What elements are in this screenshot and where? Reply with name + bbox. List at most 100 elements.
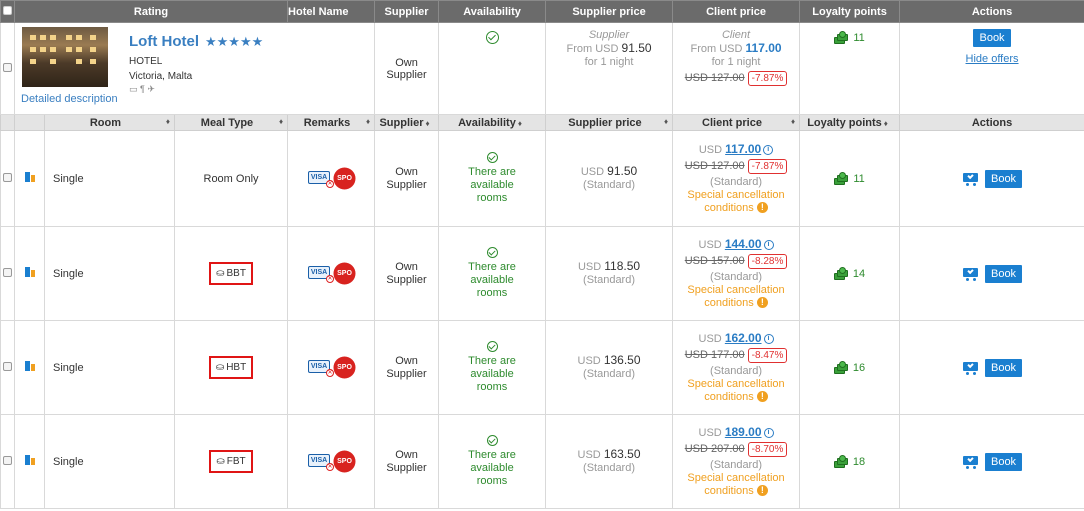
meal-type: ⛀ BBT <box>209 262 253 285</box>
hotel-type: HOTEL <box>129 56 163 67</box>
sort-icon[interactable]: ♦ <box>279 117 283 126</box>
room-loyalty: 16 <box>799 320 901 415</box>
room-supplier: Own Supplier <box>374 130 440 227</box>
no-visa-card-icon[interactable]: VISA ✕ <box>308 171 335 188</box>
book-button[interactable]: Book <box>973 29 1011 47</box>
remarks-cell: VISA ✕ SPO <box>287 320 376 415</box>
actions-header: Actions <box>899 0 1084 23</box>
supplier-price-header[interactable]: Supplier price <box>545 0 674 23</box>
sort-icon[interactable]: ♦ <box>366 117 370 126</box>
sort-icon[interactable]: ♦ <box>425 119 429 128</box>
money-icon <box>833 266 850 281</box>
discount-badge: -8.47% <box>747 347 788 363</box>
money-icon <box>833 454 850 469</box>
add-to-cart-icon[interactable] <box>962 454 980 470</box>
spo-icon[interactable]: SPO <box>335 169 355 188</box>
add-to-cart-icon[interactable] <box>962 266 980 282</box>
spo-icon[interactable]: SPO <box>335 452 355 471</box>
room-checkbox[interactable] <box>3 361 12 371</box>
book-button[interactable]: Book <box>984 264 1023 283</box>
add-to-cart-icon[interactable] <box>962 360 980 376</box>
hotel-loyalty: 11 <box>799 22 901 115</box>
spo-icon[interactable]: SPO <box>335 358 355 377</box>
availability-header[interactable]: Availability <box>438 0 547 23</box>
info-icon[interactable]: i <box>763 333 774 344</box>
client-price-link[interactable]: 144.00 <box>725 237 762 251</box>
room-client-price: USD 162.00 i USD 177.00 -8.47% (Standard) … <box>672 320 801 415</box>
room-client-price: USD 189.00 i USD 207.00 -8.70% (Standard) … <box>672 414 801 509</box>
sort-icon[interactable]: ♦ <box>791 117 795 126</box>
hide-offers-link[interactable]: Hide offers <box>966 53 1019 65</box>
hotel-name[interactable]: Loft Hotel ★★★★★ <box>129 33 263 50</box>
warning-icon: ! <box>756 485 768 497</box>
loyalty-col-header[interactable]: Loyalty points ♦ <box>799 114 901 131</box>
select-all-checkbox[interactable] <box>3 5 12 15</box>
cancellation-link[interactable]: Special cancellation <box>673 189 799 202</box>
available-check-icon <box>485 31 499 44</box>
add-to-cart-icon[interactable] <box>962 171 980 187</box>
hotel-availability <box>438 22 547 115</box>
loyalty-points-header[interactable]: Loyalty points <box>799 0 901 23</box>
sort-icon[interactable]: ♦ <box>664 117 668 126</box>
room-supplier: Own Supplier <box>374 320 440 415</box>
client-price-value: 117.00 <box>745 41 782 55</box>
book-button[interactable]: Book <box>984 169 1023 188</box>
supplier-price-col-header[interactable]: Supplier price ♦ <box>545 114 674 131</box>
available-check-icon <box>486 435 498 446</box>
dish-icon: ⛀ <box>216 268 225 279</box>
loyalty-value: 11 <box>853 31 865 44</box>
remarks-col-header[interactable]: Remarks ♦ <box>287 114 376 131</box>
client-price-header[interactable]: Client price <box>672 0 801 23</box>
hotel-supplier-price: Supplier From USD 91.50 for 1 night <box>545 22 674 115</box>
building-icon <box>24 267 35 277</box>
availability-col-header[interactable]: Availability ♦ <box>438 114 547 131</box>
room-supplier-price: USD 91.50 (Standard) <box>545 130 674 227</box>
client-price-col-header[interactable]: Client price ♦ <box>672 114 801 131</box>
hotel-photo[interactable] <box>22 27 108 87</box>
available-check-icon <box>486 152 498 163</box>
client-price-from: From USD <box>690 43 743 55</box>
client-price-link[interactable]: 162.00 <box>725 331 762 345</box>
room-supplier-price: USD 118.50 (Standard) <box>545 226 674 321</box>
meal-col-header[interactable]: Meal Type ♦ <box>173 114 289 131</box>
sort-icon[interactable]: ♦ <box>166 117 170 126</box>
room-supplier-price: USD 136.50 (Standard) <box>545 320 674 415</box>
rating-header[interactable]: Rating <box>13 0 289 23</box>
supplier-price-from: From USD <box>566 43 619 55</box>
supplier-col-header[interactable]: Supplier ♦ <box>374 114 440 131</box>
no-visa-card-icon[interactable]: VISA ✕ <box>308 360 335 377</box>
hotel-checkbox[interactable] <box>3 62 12 72</box>
info-icon[interactable]: i <box>763 239 774 250</box>
client-price-link[interactable]: 189.00 <box>725 425 762 439</box>
room-checkbox[interactable] <box>3 172 12 182</box>
detailed-description-link[interactable]: Detailed description <box>21 93 118 105</box>
book-button[interactable]: Book <box>984 358 1023 377</box>
hotel-info-cell: Loft Hotel ★★★★★ HOTEL Victoria, Malta ▭ … <box>13 22 376 115</box>
client-price-link[interactable]: 117.00 <box>725 142 761 156</box>
room-client-price: USD 144.00 i USD 157.00 -8.28% (Standard) … <box>672 226 801 321</box>
info-icon[interactable]: i <box>763 144 774 155</box>
hotel-name-header[interactable]: Hotel Name <box>287 0 376 23</box>
supplier-header[interactable]: Supplier <box>374 0 440 23</box>
room-name: Single <box>44 320 175 415</box>
book-button[interactable]: Book <box>984 452 1023 471</box>
building-icon <box>24 361 35 371</box>
sort-icon[interactable]: ♦ <box>884 119 888 128</box>
room-col-header[interactable]: Room ♦ <box>44 114 175 131</box>
sort-icon[interactable]: ♦ <box>518 119 522 128</box>
no-visa-card-icon[interactable]: VISA ✕ <box>308 266 335 283</box>
no-visa-card-icon[interactable]: VISA ✕ <box>308 454 335 471</box>
spo-icon[interactable]: SPO <box>335 264 355 283</box>
table-row: Single Room Only VISA ✕ SPO Own Supplier Th… <box>0 130 1084 227</box>
info-icon[interactable]: i <box>763 427 774 438</box>
meal-type-cell: ⛀ BBT <box>173 226 289 321</box>
supplier-price-value: 91.50 <box>621 41 652 55</box>
select-all-header[interactable] <box>0 0 15 23</box>
room-checkbox[interactable] <box>3 455 12 465</box>
meal-type: Room Only <box>173 130 289 227</box>
room-loyalty: 14 <box>799 226 901 321</box>
cancellation-link[interactable]: Special cancellation <box>673 284 799 297</box>
cancellation-link[interactable]: Special cancellation <box>673 472 799 485</box>
room-checkbox[interactable] <box>3 267 12 277</box>
cancellation-link[interactable]: Special cancellation <box>673 378 799 391</box>
